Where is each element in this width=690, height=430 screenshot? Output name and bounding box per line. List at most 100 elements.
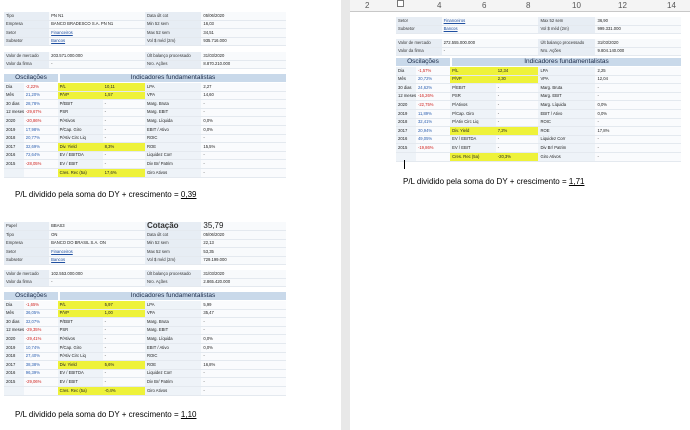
fundamentals-header: Indicadores fundamentalistas bbox=[60, 292, 286, 300]
sector-link[interactable]: Financeiros bbox=[49, 247, 145, 257]
info-label: Tipo bbox=[4, 12, 50, 21]
market-value: 31/03/2020 bbox=[201, 52, 286, 61]
indicator-value: 8,3% bbox=[102, 142, 145, 152]
indicator-value: - bbox=[201, 134, 286, 144]
oscillation-value: 72,64% bbox=[23, 151, 58, 161]
caption-result: 1,71 bbox=[568, 177, 585, 186]
indicator-value: - bbox=[102, 99, 145, 109]
indicator-value: - bbox=[595, 83, 681, 93]
oscillation-period: Dia bbox=[396, 67, 416, 76]
indicator-label: Marg. Bruta bbox=[538, 83, 596, 93]
indicator-value: 2,27 bbox=[201, 83, 286, 92]
indicator-value: - bbox=[495, 118, 539, 128]
indicator-value: -0,4% bbox=[102, 386, 145, 396]
info-value: 05/06/2020 bbox=[201, 12, 286, 21]
indicator-row: 2019 11,89% P/Cap. Giro - EBIT / Ativo 0,0% bbox=[396, 109, 681, 119]
market-label: Nro. Ações bbox=[144, 60, 202, 70]
indicator-row: 2018 27,40% P/Ativ Circ Liq - ROIC - bbox=[4, 352, 286, 362]
subsector-link[interactable]: Bancos bbox=[49, 256, 145, 266]
oscillation-value: -1,65% bbox=[23, 301, 58, 310]
info-label: Min 52 sem bbox=[144, 20, 202, 30]
indicator-row: 2019 10,74% P/Cap. Giro - EBIT / Ativo 0,0% bbox=[4, 343, 286, 353]
info-label: Empresa bbox=[4, 20, 50, 30]
indicator-label: Div. Yield bbox=[450, 126, 496, 136]
sector-link[interactable]: Financeiros bbox=[441, 17, 539, 26]
market-value: 31/03/2020 bbox=[595, 39, 681, 48]
indicator-label: LPA bbox=[144, 83, 202, 92]
oscillation-period: Dia bbox=[4, 83, 24, 92]
market-value: 8.870.210.000 bbox=[201, 60, 286, 70]
indicator-label: Marg. EBIT bbox=[144, 326, 202, 336]
indicator-label: ROIC bbox=[144, 352, 202, 362]
indicator-label: ROE bbox=[538, 126, 596, 136]
oscillation-value: 32,07% bbox=[23, 317, 58, 327]
indicator-value: - bbox=[102, 326, 145, 336]
indicator-value: - bbox=[595, 118, 681, 128]
oscillations-header: Oscilações bbox=[4, 292, 58, 300]
indicator-row: 2020 -29,41% P/Ativos - Marg. Líquida 0,0% bbox=[4, 334, 286, 344]
market-row: Valor de mercado 102.553.000.000 Últ balan… bbox=[4, 270, 286, 279]
oscillation-period: 2017 bbox=[4, 142, 24, 152]
info-row: Setor Financeiros Max 52 sem 36,90 bbox=[396, 17, 681, 26]
info-label: Vol $ méd (2m) bbox=[144, 256, 202, 266]
info-row: Tipo ON Data últ cot 05/06/2020 bbox=[4, 230, 286, 240]
indicator-value: - bbox=[495, 100, 539, 110]
indicator-row: Cres. Rec (5a) -0,4% Giro Ativos - bbox=[4, 386, 286, 396]
oscillation-period: 2016 bbox=[4, 369, 24, 379]
info-value: 05/06/2020 bbox=[201, 230, 286, 240]
oscillation-value: -2,22% bbox=[23, 83, 58, 92]
ruler-indent-marker[interactable] bbox=[397, 0, 404, 7]
market-label: Últ balanço processado bbox=[538, 39, 596, 48]
horizontal-ruler[interactable]: 2 4 6 8 10 12 14 bbox=[350, 0, 690, 12]
oscillation-value: 38,38% bbox=[23, 360, 58, 370]
info-value: 999.331.000 bbox=[595, 25, 681, 35]
indicator-row: 2018 20,77% P/Ativ Circ Liq - ROIC - bbox=[4, 134, 286, 144]
indicator-row: 2016 96,39% EV / EBITDA - Liquidez Corr - bbox=[4, 369, 286, 379]
market-label: Valor da firma bbox=[4, 60, 50, 70]
caption-result: 1,10 bbox=[180, 410, 197, 419]
oscillation-value: 21,20% bbox=[23, 91, 58, 101]
indicator-label: EBIT / Ativo bbox=[144, 343, 202, 353]
indicator-value: 1,57 bbox=[102, 91, 145, 101]
oscillation-value: 20,77% bbox=[23, 134, 58, 144]
indicator-value: - bbox=[102, 116, 145, 126]
oscillation-value: 11,89% bbox=[415, 109, 451, 119]
indicator-label: Marg. Bruta bbox=[144, 317, 202, 327]
info-row: Setor Financeiros Max 52 sem 34,51 bbox=[4, 28, 286, 38]
sector-link[interactable]: Financeiros bbox=[49, 28, 145, 38]
indicator-row: 2015 -29,06% EV / EBIT - Div Br/ Patrim - bbox=[4, 377, 286, 387]
quote-label: Cotação bbox=[144, 222, 202, 231]
indicator-label: ROIC bbox=[144, 134, 202, 144]
market-value: 102.553.000.000 bbox=[49, 270, 145, 279]
oscillation-value: -19,86% bbox=[415, 143, 451, 153]
indicator-label: P/VP bbox=[57, 91, 103, 101]
subsector-link[interactable]: Bancos bbox=[49, 37, 145, 47]
market-row: Valor da firma - Nro. Ações 8.870.210.000 bbox=[4, 60, 286, 70]
indicator-value: - bbox=[102, 108, 145, 118]
info-value: 53,35 bbox=[201, 247, 286, 257]
indicator-row: 12 meses -16,26% PSR - Marg. EBIT - bbox=[396, 92, 681, 102]
indicator-value: 10,11 bbox=[102, 83, 145, 92]
indicator-value: - bbox=[595, 152, 681, 162]
indicator-label: EBIT / Ativo bbox=[538, 109, 596, 119]
indicator-label: P/Ativos bbox=[57, 334, 103, 344]
text-cursor bbox=[404, 160, 405, 169]
indicators-grid: Dia -2,22% P/L 10,11 LPA 2,27 Mês 21,20% P/VP 1,5… bbox=[4, 83, 286, 178]
info-row: Subsetor Bancos Vol $ méd (2m) 935.716.000 bbox=[4, 37, 286, 47]
subsector-link[interactable]: Bancos bbox=[441, 25, 539, 35]
ruler-tick: 14 bbox=[667, 1, 676, 10]
indicator-label: Giro Ativos bbox=[144, 386, 202, 396]
indicator-row: Dia -2,22% P/L 10,11 LPA 2,27 bbox=[4, 83, 286, 92]
oscillation-period: 30 dias bbox=[396, 83, 416, 93]
indicator-label: PSR bbox=[57, 326, 103, 336]
oscillation-value: -1,57% bbox=[415, 67, 451, 76]
indicator-value: 16,8% bbox=[201, 360, 286, 370]
market-value-table: Valor de mercado 272.555.000.000 Últ balan… bbox=[396, 39, 681, 57]
oscillation-period: 30 dias bbox=[4, 317, 24, 327]
indicator-label: VPA bbox=[144, 309, 202, 319]
caption-text: P/L dividido pela soma do DY + crescimen… bbox=[403, 177, 567, 186]
indicator-label: P/Cap. Giro bbox=[450, 109, 496, 119]
indicator-row: Mês 36,05% P/VP 1,00 VPA 35,47 bbox=[4, 309, 286, 319]
oscillation-period: Mês bbox=[4, 309, 24, 319]
oscillation-value: 32,41% bbox=[415, 118, 451, 128]
